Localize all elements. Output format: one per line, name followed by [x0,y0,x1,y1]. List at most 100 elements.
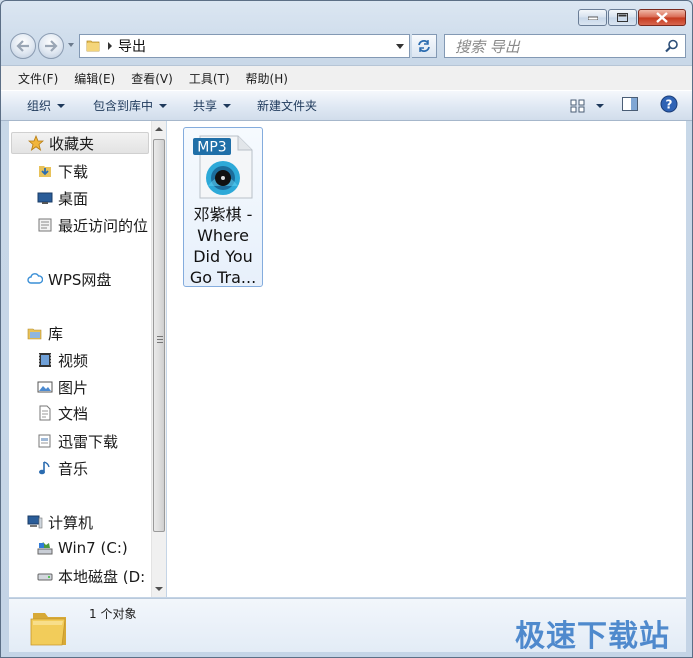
include-in-library-button[interactable]: 包含到库中 [87,97,173,114]
file-item-mp3[interactable]: MP3 邓紫棋 - Where Did You Go Tra... [183,127,263,287]
maximize-button[interactable] [608,9,637,26]
mp3-badge-label: MP3 [197,140,226,156]
nav-item-label: 音乐 [58,459,89,478]
nav-drive-d[interactable]: 本地磁盘 (D: [37,565,145,587]
new-folder-label: 新建文件夹 [257,99,318,113]
organize-button[interactable]: 组织 [21,97,71,114]
preview-pane-button[interactable] [622,97,638,114]
change-view-button[interactable] [570,99,604,113]
nav-item-label: 文档 [58,404,89,423]
share-label: 共享 [193,99,218,113]
nav-item-pictures[interactable]: 图片 [37,376,88,398]
music-note-icon [37,460,53,476]
nav-wps-label: WPS网盘 [48,270,112,289]
nav-item-recent[interactable]: 最近访问的位 [37,214,148,236]
chevron-down-icon [223,103,232,108]
new-folder-button[interactable]: 新建文件夹 [251,97,323,114]
item-count: 1 个对象 [89,607,137,621]
explorer-window: 导出 搜索 导出 文件(F) 编辑(E) 查看(V) 工具(T) 帮助(H) 组… [0,0,693,658]
view-dropdown-icon[interactable] [596,103,604,108]
star-icon [28,135,44,151]
menu-help[interactable]: 帮助(H) [241,70,293,87]
menu-tools[interactable]: 工具(T) [184,70,235,87]
watermark-logo: 极速下载站 [515,619,670,654]
address-path[interactable]: 导出 [118,36,146,56]
nav-item-thunder-downloads[interactable]: 迅雷下载 [37,430,118,452]
hard-drive-icon [37,568,53,584]
nav-favorites-label: 收藏夹 [49,134,95,153]
video-icon [37,352,53,368]
menu-bar: 文件(F) 编辑(E) 查看(V) 工具(T) 帮助(H) [1,65,692,90]
chevron-down-icon [159,103,168,108]
file-name[interactable]: 邓紫棋 - Where Did You Go Tra... [184,204,262,288]
include-library-label: 包含到库中 [93,99,154,113]
recent-places-icon [37,217,53,233]
nav-drive-c[interactable]: Win7 (C:) [37,537,128,559]
nav-item-label: 下载 [58,162,89,181]
svg-text:?: ? [666,98,673,112]
caption-buttons [578,9,686,26]
address-bar[interactable]: 导出 [79,34,410,58]
maximize-icon [617,13,628,22]
command-bar: 组织 包含到库中 共享 新建文件夹 ? [1,90,692,121]
nav-item-label: 本地磁盘 (D: [58,567,146,586]
library-icon [27,325,43,341]
nav-libraries-label: 库 [48,324,64,343]
back-button[interactable] [10,33,36,59]
folder-icon [86,38,100,55]
chevron-down-icon [57,103,66,108]
file-list-pane[interactable]: MP3 邓紫棋 - Where Did You Go Tra... [167,121,686,597]
close-icon [656,12,668,23]
system-drive-icon [37,540,53,556]
scroll-down-icon[interactable] [155,587,163,591]
arrow-right-icon [45,40,58,52]
mp3-file-icon: MP3 [193,135,253,199]
help-icon: ? [660,95,678,113]
command-bar-right: ? [570,91,692,120]
nav-item-desktop[interactable]: 桌面 [37,187,88,209]
minimize-button[interactable] [578,9,607,26]
help-button[interactable]: ? [660,95,678,116]
nav-item-documents[interactable]: 文档 [37,402,88,424]
nav-item-label: 视频 [58,351,89,370]
share-button[interactable]: 共享 [187,97,237,114]
arrow-left-icon [16,40,29,52]
address-dropdown-icon[interactable] [396,44,404,49]
address-row: 导出 搜索 导出 [1,32,692,62]
navigation-pane: 收藏夹 下载 桌面 最近访问的位 WPS网盘 库 视频 图片 文档 迅雷下载 音… [9,121,151,597]
breadcrumb-separator-icon[interactable] [108,42,112,50]
navigation-scrollbar[interactable] [151,121,166,597]
desktop-icon [37,190,53,206]
scrollbar-grip-icon [157,336,163,337]
computer-icon [27,514,43,530]
download-folder-icon [37,163,53,179]
nav-item-music[interactable]: 音乐 [37,457,88,479]
nav-item-videos[interactable]: 视频 [37,349,88,371]
nav-item-label: 桌面 [58,189,89,208]
nav-computer-label: 计算机 [48,513,94,532]
refresh-button[interactable] [412,34,437,58]
organize-label: 组织 [27,99,52,113]
menu-edit[interactable]: 编辑(E) [69,70,120,87]
scroll-up-icon[interactable] [155,127,163,131]
view-options-icon [570,99,585,112]
search-icon[interactable] [665,39,679,56]
nav-libraries[interactable]: 库 [27,322,63,344]
folder-icon [30,613,66,646]
menu-view[interactable]: 查看(V) [126,70,178,87]
search-box[interactable]: 搜索 导出 [444,34,686,58]
search-placeholder[interactable]: 搜索 导出 [455,36,520,57]
cloud-icon [27,271,43,287]
forward-button[interactable] [38,33,64,59]
nav-favorites[interactable]: 收藏夹 [11,132,149,154]
nav-computer[interactable]: 计算机 [27,511,93,533]
close-button[interactable] [638,9,686,26]
recent-pages-dropdown[interactable] [68,43,74,47]
scrollbar-thumb[interactable] [153,139,165,532]
nav-wps-cloud[interactable]: WPS网盘 [27,268,111,290]
menu-file[interactable]: 文件(F) [13,70,63,87]
preview-pane-icon [622,97,638,111]
nav-item-downloads[interactable]: 下载 [37,160,88,182]
document-icon [37,405,53,421]
nav-item-label: Win7 (C:) [58,539,128,557]
